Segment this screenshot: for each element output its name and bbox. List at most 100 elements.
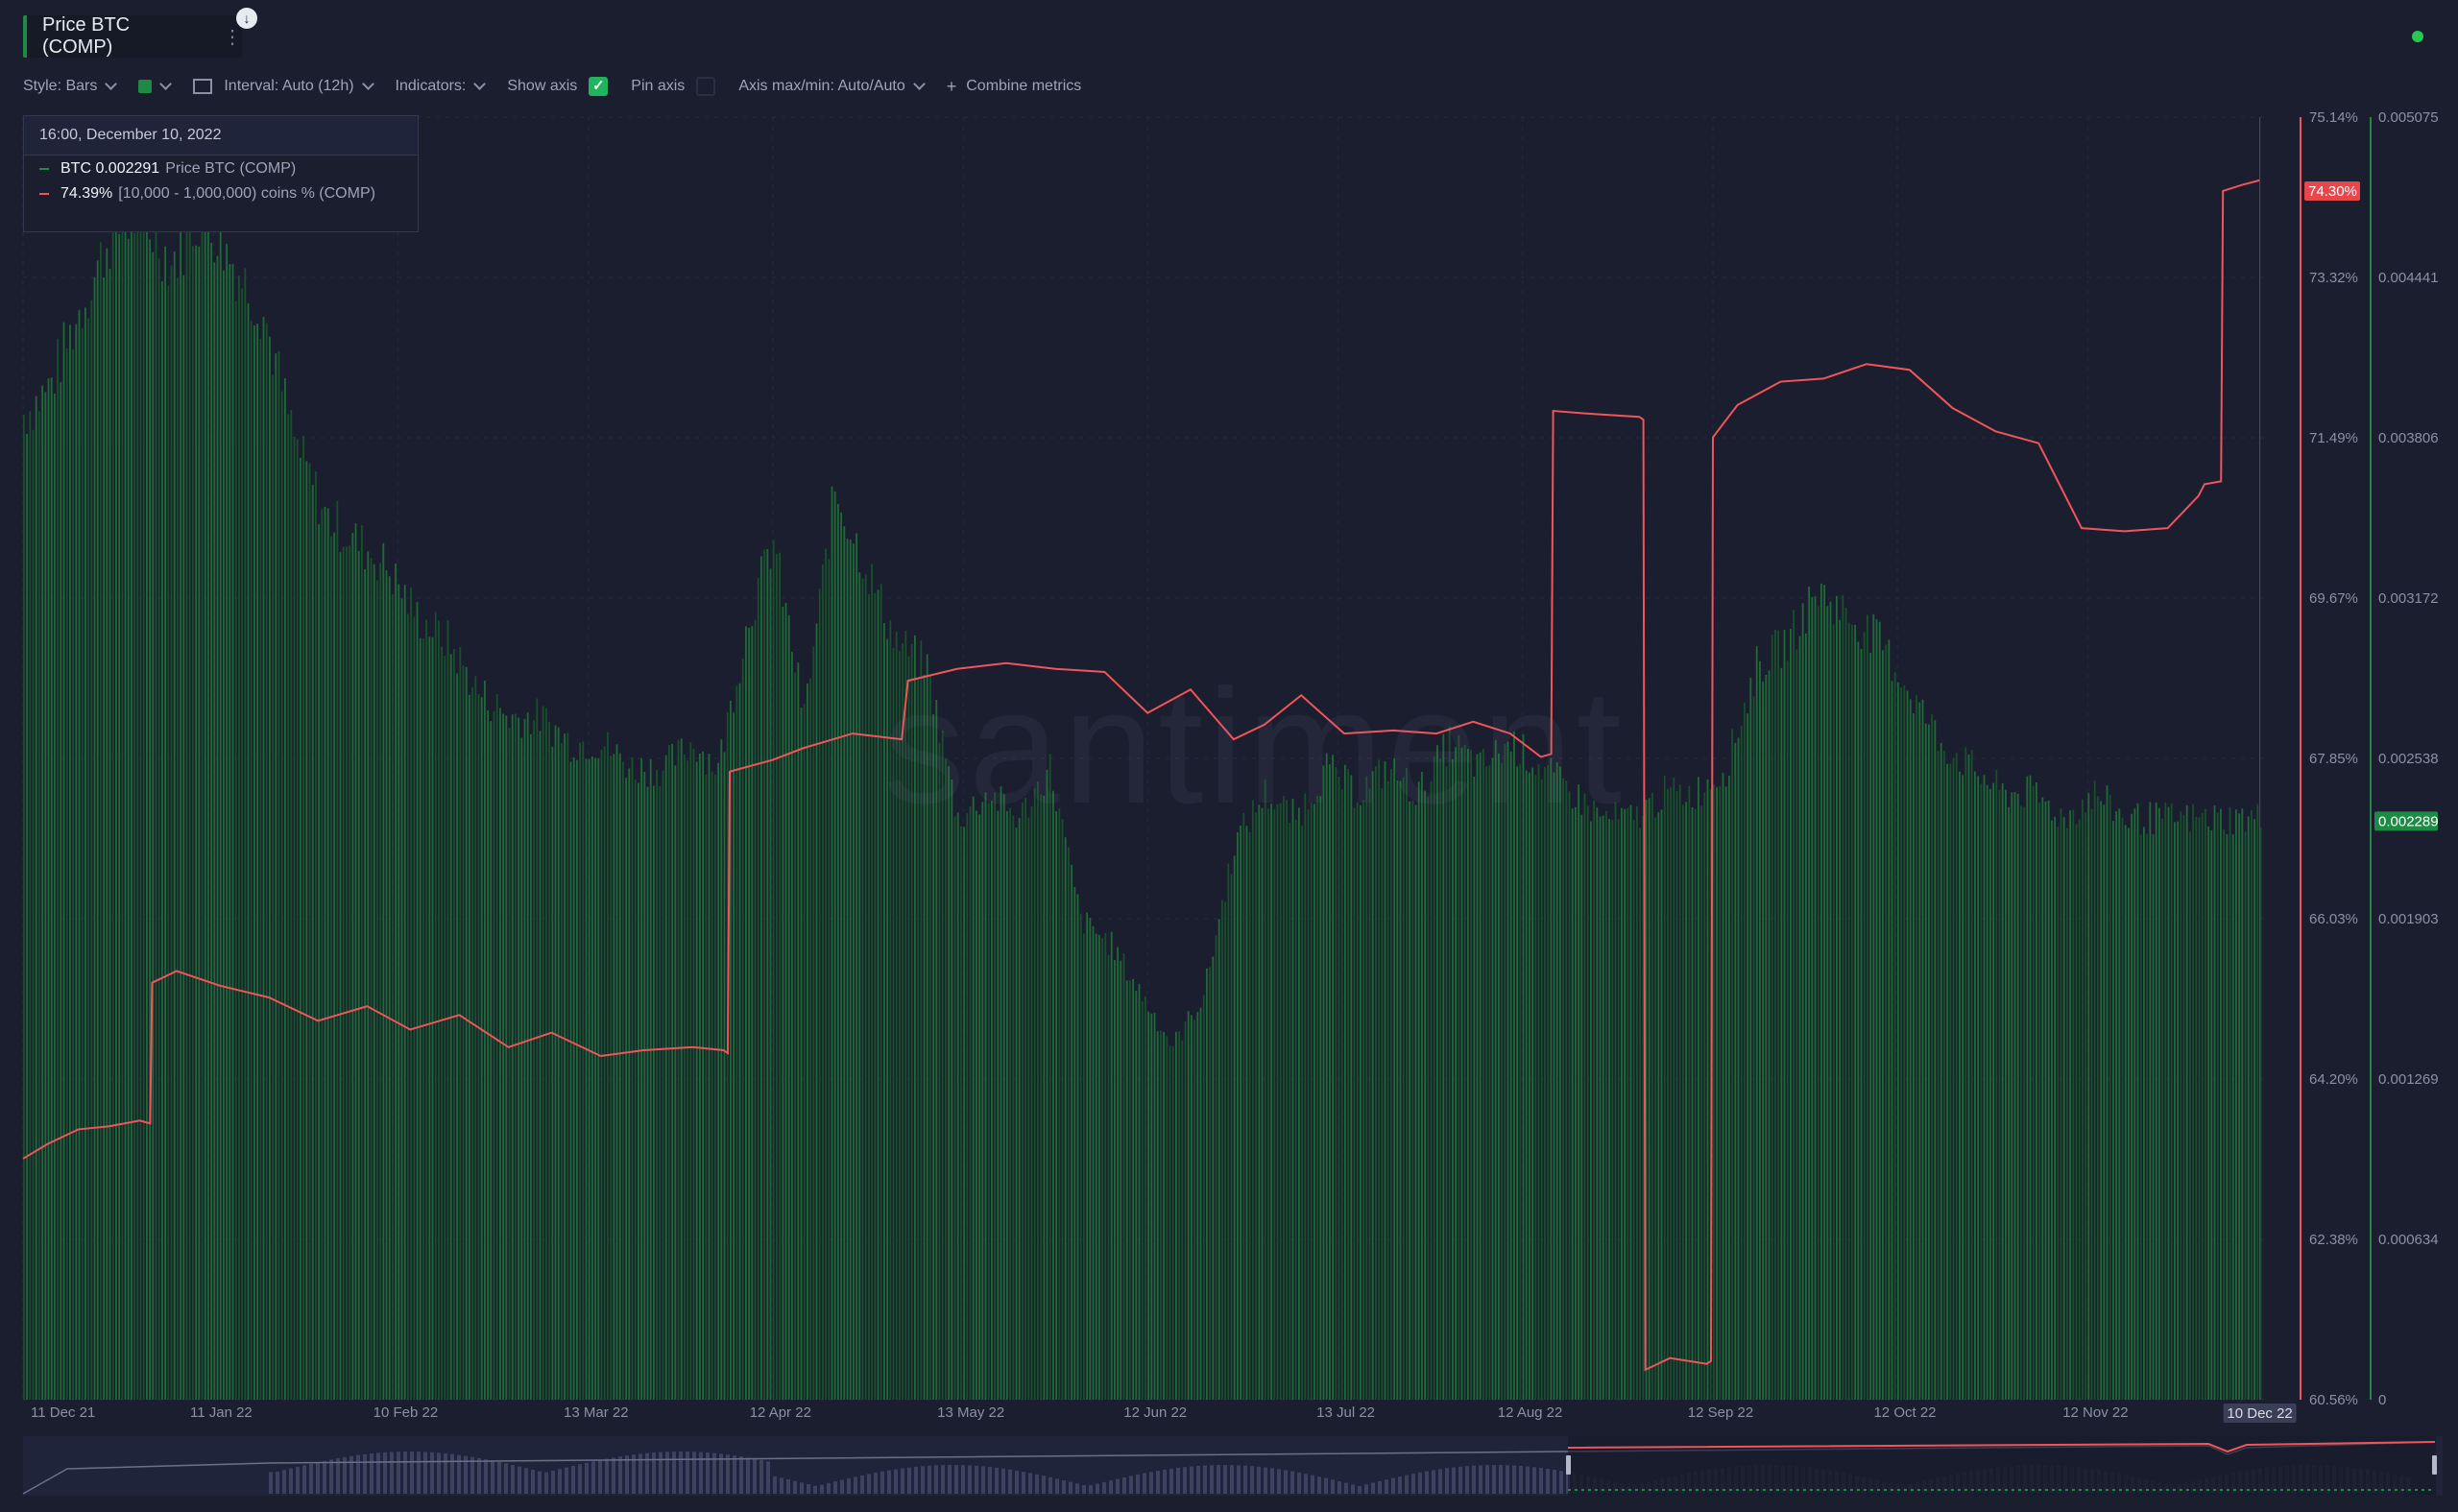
price-bar (938, 742, 941, 1400)
navigator-bar (874, 1473, 878, 1494)
navigator-bar (450, 1453, 454, 1494)
price-bar (1473, 777, 1476, 1400)
navigator-bar (511, 1465, 515, 1494)
navigator-bar (1492, 1465, 1496, 1494)
price-bar (1605, 810, 1607, 1400)
navigator-bar (1203, 1465, 1207, 1494)
price-bar (594, 757, 596, 1400)
price-bar (1476, 754, 1479, 1400)
price-axis-tick-label: 0.001269 (2378, 1071, 2439, 1088)
navigator-bar (397, 1452, 400, 1494)
price-bar (453, 649, 455, 1400)
price-bar (142, 199, 145, 1401)
price-bar (1780, 667, 1783, 1400)
price-bar (1491, 757, 1494, 1400)
price-bar (1544, 766, 1546, 1400)
price-bar (2170, 803, 2173, 1400)
price-bar (1221, 900, 1223, 1400)
price-bar (2062, 816, 2065, 1400)
price-bar (361, 525, 363, 1400)
price-bar (133, 232, 135, 1400)
navigator-right-handle[interactable] (2432, 1455, 2437, 1475)
price-bar (653, 785, 655, 1400)
hover-date-label: 10 Dec 22 (2227, 1405, 2292, 1422)
price-bar (640, 757, 642, 1400)
price-bar (1240, 825, 1241, 1400)
price-bar (1621, 807, 1623, 1400)
navigator-left-handle[interactable] (1566, 1455, 1571, 1475)
price-bar (262, 317, 265, 1401)
navigator-bar (1472, 1465, 1476, 1494)
price-bar (953, 816, 956, 1400)
navigator-bar (578, 1464, 582, 1494)
price-bar (548, 722, 550, 1400)
price-bar (1627, 807, 1629, 1400)
price-bar (668, 745, 670, 1400)
navigator-bar (1371, 1482, 1375, 1494)
navigator-bar (1506, 1465, 1509, 1494)
price-bar (1378, 759, 1380, 1400)
price-bar (969, 805, 972, 1400)
price-bar (720, 739, 723, 1400)
price-bar (1992, 782, 1994, 1400)
price-bar (1079, 913, 1082, 1400)
tooltip-date: 16:00, December 10, 2022 (24, 116, 418, 156)
price-bar (367, 551, 370, 1400)
price-bar (677, 739, 680, 1400)
price-bar (465, 666, 468, 1400)
price-bar (631, 756, 634, 1400)
navigator-bar (679, 1452, 683, 1494)
price-bar (1744, 703, 1746, 1400)
price-bar (1043, 795, 1046, 1400)
price-bar (149, 239, 151, 1400)
price-bar (1073, 887, 1076, 1400)
navigator-bar (1344, 1482, 1348, 1494)
price-bar (1193, 1020, 1195, 1400)
navigator-bar (1022, 1472, 1025, 1494)
price-bar (244, 268, 247, 1401)
navigator-bar (894, 1469, 898, 1494)
price-bar (708, 754, 711, 1400)
navigator-bar (726, 1454, 730, 1494)
navigator-bar (491, 1460, 494, 1494)
price-bar (539, 731, 542, 1400)
price-bar (1325, 753, 1328, 1400)
price-bar (2149, 802, 2152, 1400)
price-axis-tick-label: 0.004441 (2378, 270, 2439, 286)
price-bar (1678, 784, 1681, 1400)
price-bar (1790, 629, 1792, 1400)
price-bar (607, 732, 609, 1400)
price-bar (1375, 766, 1377, 1400)
price-bar (1217, 919, 1220, 1400)
navigator-bar (1351, 1484, 1355, 1494)
price-bar (382, 542, 385, 1400)
price-bar (1762, 681, 1764, 1400)
price-axis-tick-label: 0.001903 (2378, 911, 2439, 927)
price-bar (1110, 931, 1113, 1400)
price-bar (213, 262, 216, 1400)
price-bar (576, 759, 578, 1400)
price-bar (44, 392, 47, 1401)
price-bar (1995, 770, 1998, 1400)
price-bar (346, 546, 348, 1400)
price-bar (569, 761, 572, 1400)
price-bar (2180, 811, 2182, 1400)
price-bar (1823, 585, 1825, 1400)
price-bar (434, 612, 437, 1400)
price-bar (945, 758, 947, 1400)
price-bar (2090, 808, 2093, 1400)
navigator-bar (1432, 1470, 1435, 1494)
price-bar (1768, 670, 1771, 1400)
price-bar (1273, 809, 1276, 1400)
price-bar (1918, 702, 1921, 1400)
price-bar (2054, 816, 2056, 1400)
price-bar (1575, 806, 1577, 1400)
price-bar (1755, 646, 1758, 1400)
price-bar (628, 768, 631, 1400)
navigator-bar (1069, 1481, 1072, 1494)
price-bar (2220, 808, 2222, 1400)
santiment-watermark: santiment (883, 656, 1627, 838)
price-bar (1058, 808, 1061, 1400)
price-bar (1482, 749, 1484, 1400)
price-bar (50, 377, 53, 1400)
